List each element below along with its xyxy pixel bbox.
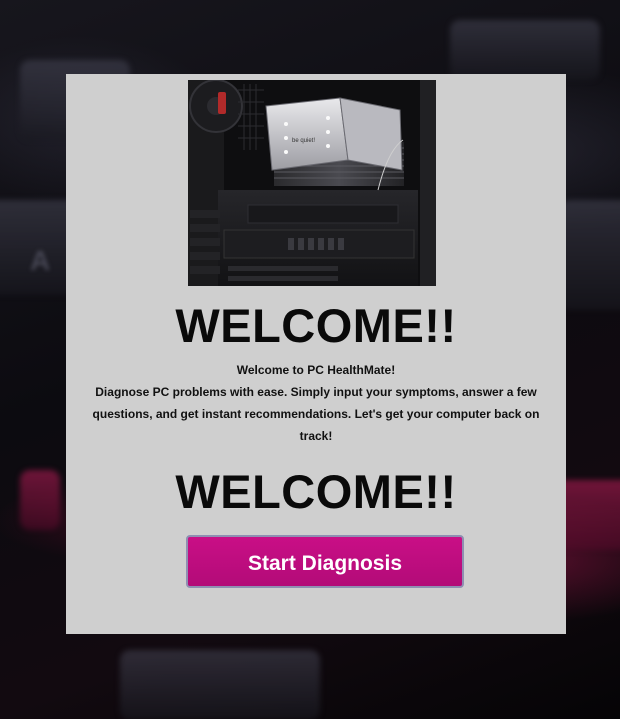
pc-internals-illustration: be quiet! xyxy=(188,80,436,286)
welcome-panel: be quiet! WELCOME!! Welcome to PC Health… xyxy=(66,74,566,634)
intro-title: Welcome to PC HealthMate! xyxy=(236,363,396,377)
welcome-heading-secondary: WELCOME!! xyxy=(175,465,457,518)
background-key xyxy=(20,470,60,530)
background-key xyxy=(120,650,320,719)
cooler-brand-text: be quiet! xyxy=(292,138,315,144)
background-key-glyph: A xyxy=(30,245,51,276)
hero-image: be quiet! xyxy=(188,80,436,286)
start-diagnosis-button[interactable]: Start Diagnosis xyxy=(186,535,464,588)
background-key xyxy=(560,200,620,310)
intro-text: Welcome to PC HealthMate! Diagnose PC pr… xyxy=(86,359,546,447)
background-key xyxy=(450,20,600,80)
welcome-heading-primary: WELCOME!! xyxy=(175,299,457,352)
intro-body: Diagnose PC problems with ease. Simply i… xyxy=(92,385,540,443)
